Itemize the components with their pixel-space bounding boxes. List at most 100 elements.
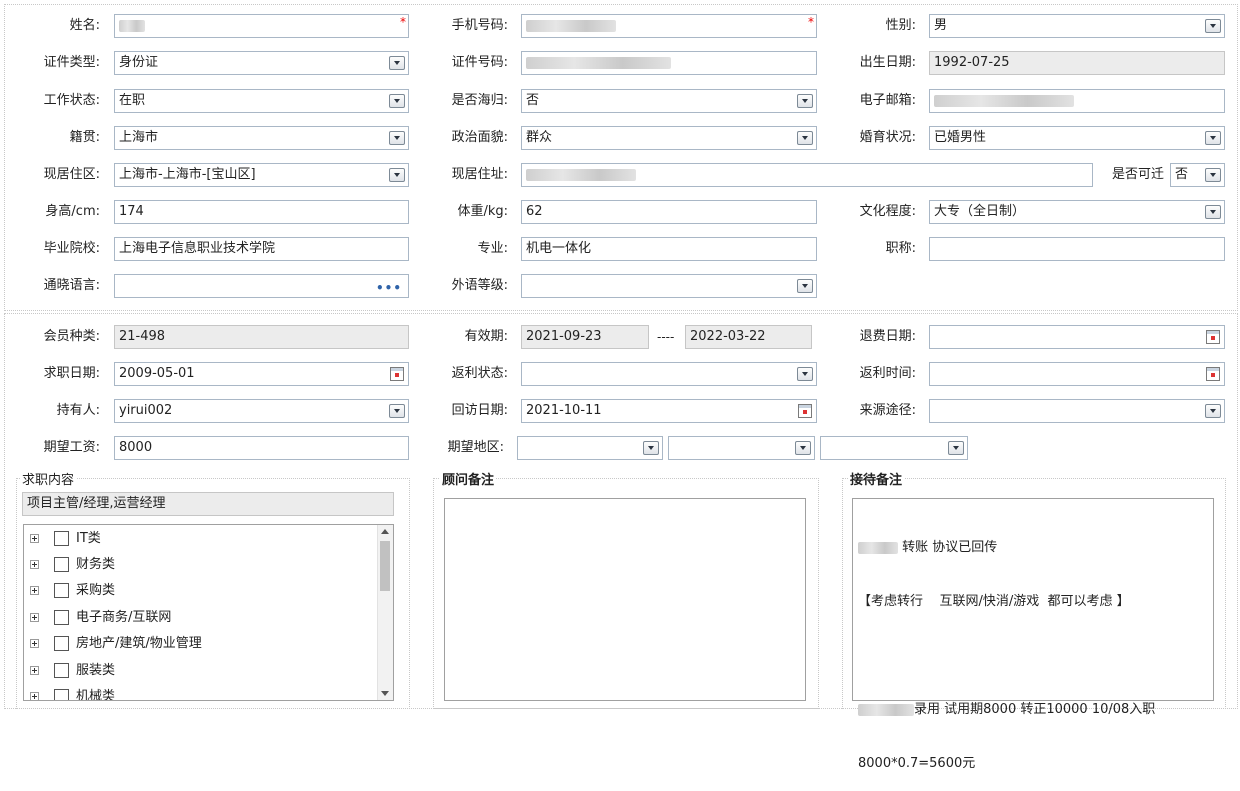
- name-field[interactable]: *: [114, 14, 409, 38]
- holder-select[interactable]: yirui002: [114, 399, 409, 423]
- job-category-tree[interactable]: IT类 财务类 采购类 电子商务/互联网 房地产/建筑/物业管理 服装类 机械类: [23, 524, 394, 701]
- advisor-notes-textarea[interactable]: [444, 498, 806, 701]
- political-value: 群众: [526, 130, 553, 145]
- job-intent-selected: 项目主管/经理,运营经理: [22, 492, 394, 516]
- tree-item[interactable]: IT类: [30, 529, 370, 549]
- chevron-down-icon[interactable]: [797, 131, 813, 145]
- source-select[interactable]: [929, 399, 1225, 423]
- source-label: 来源途径:: [859, 403, 916, 418]
- checkbox[interactable]: [54, 636, 69, 651]
- major-field[interactable]: 机电一体化: [521, 237, 817, 261]
- checkbox[interactable]: [54, 583, 69, 598]
- id-no-field[interactable]: [521, 51, 817, 75]
- reception-notes-textarea[interactable]: 转账 协议已回传 【考虑转行 互联网/快消/游戏 都可以考虑 】 录用 试用期8…: [852, 498, 1214, 771]
- rebate-status-select[interactable]: [521, 362, 817, 386]
- id-type-label: 证件类型:: [43, 55, 100, 70]
- checkbox[interactable]: [54, 689, 69, 700]
- tree-item-label: 机械类: [76, 689, 116, 701]
- height-field[interactable]: 174: [114, 200, 409, 224]
- native-value: 上海市: [119, 130, 159, 145]
- foreign-level-select[interactable]: [521, 274, 817, 298]
- note-line-text: 录用 试用期8000 转正10000 10/08入职: [914, 702, 1156, 717]
- region-district-select[interactable]: [820, 436, 968, 460]
- education-select[interactable]: 大专（全日制）: [929, 200, 1225, 224]
- id-type-select[interactable]: 身份证: [114, 51, 409, 75]
- visit-date-field[interactable]: 2021-10-11: [521, 399, 817, 423]
- expand-icon[interactable]: [30, 666, 39, 675]
- note-line: 【考虑转行 互联网/快消/游戏 都可以考虑 】: [858, 594, 1130, 609]
- rebate-time-field[interactable]: [929, 362, 1225, 386]
- scroll-thumb[interactable]: [380, 541, 390, 591]
- checkbox[interactable]: [54, 663, 69, 678]
- chevron-down-icon[interactable]: [643, 441, 659, 455]
- chevron-down-icon[interactable]: [389, 168, 405, 182]
- work-status-select[interactable]: 在职: [114, 89, 409, 113]
- gender-select[interactable]: 男: [929, 14, 1225, 38]
- tree-scrollbar[interactable]: [377, 525, 393, 700]
- tree-item-label: 财务类: [76, 557, 116, 572]
- address-field[interactable]: [521, 163, 1093, 187]
- more-icon[interactable]: •••: [376, 277, 402, 297]
- chevron-down-icon[interactable]: [1205, 19, 1221, 33]
- native-select[interactable]: 上海市: [114, 126, 409, 150]
- expand-icon[interactable]: [30, 692, 39, 700]
- job-date-field[interactable]: 2009-05-01: [114, 362, 409, 386]
- chevron-down-icon[interactable]: [1205, 168, 1221, 182]
- salary-field[interactable]: 8000: [114, 436, 409, 460]
- chevron-down-icon[interactable]: [389, 94, 405, 108]
- relocate-select[interactable]: 否: [1170, 163, 1225, 187]
- tree-item[interactable]: 电子商务/互联网: [30, 608, 370, 628]
- marital-select[interactable]: 已婚男性: [929, 126, 1225, 150]
- expand-icon[interactable]: [30, 534, 39, 543]
- calendar-icon[interactable]: [798, 404, 812, 418]
- political-select[interactable]: 群众: [521, 126, 817, 150]
- required-mark: *: [400, 15, 406, 29]
- expand-icon[interactable]: [30, 613, 39, 622]
- calendar-icon[interactable]: [1206, 330, 1220, 344]
- checkbox[interactable]: [54, 531, 69, 546]
- language-picker[interactable]: •••: [114, 274, 409, 298]
- scroll-down-icon[interactable]: [381, 691, 389, 696]
- member-type-label: 会员种类:: [43, 329, 100, 344]
- chevron-down-icon[interactable]: [797, 367, 813, 381]
- checkbox[interactable]: [54, 610, 69, 625]
- expand-icon[interactable]: [30, 586, 39, 595]
- calendar-icon[interactable]: [1206, 367, 1220, 381]
- chevron-down-icon[interactable]: [948, 441, 964, 455]
- tree-item[interactable]: 服装类: [30, 661, 370, 681]
- weight-field[interactable]: 62: [521, 200, 817, 224]
- title-field[interactable]: [929, 237, 1225, 261]
- returnee-select[interactable]: 否: [521, 89, 817, 113]
- chevron-down-icon[interactable]: [389, 131, 405, 145]
- region-province-select[interactable]: [517, 436, 663, 460]
- chevron-down-icon[interactable]: [797, 279, 813, 293]
- chevron-down-icon[interactable]: [389, 404, 405, 418]
- school-field[interactable]: 上海电子信息职业技术学院: [114, 237, 409, 261]
- id-no-label: 证件号码:: [451, 55, 508, 70]
- chevron-down-icon[interactable]: [797, 94, 813, 108]
- residence-area-select[interactable]: 上海市-上海市-[宝山区]: [114, 163, 409, 187]
- calendar-icon[interactable]: [390, 367, 404, 381]
- phone-field[interactable]: *: [521, 14, 817, 38]
- region-city-select[interactable]: [668, 436, 815, 460]
- chevron-down-icon[interactable]: [389, 56, 405, 70]
- chevron-down-icon[interactable]: [1205, 205, 1221, 219]
- work-status-label: 工作状态:: [43, 93, 100, 108]
- tree-item[interactable]: 机械类: [30, 687, 370, 701]
- salary-label: 期望工资:: [43, 440, 100, 455]
- chevron-down-icon[interactable]: [795, 441, 811, 455]
- email-field[interactable]: [929, 89, 1225, 113]
- chevron-down-icon[interactable]: [1205, 404, 1221, 418]
- scroll-up-icon[interactable]: [381, 529, 389, 534]
- rebate-status-label: 返利状态:: [451, 366, 508, 381]
- tree-item[interactable]: 采购类: [30, 581, 370, 601]
- refund-date-field[interactable]: [929, 325, 1225, 349]
- tree-item[interactable]: 房地产/建筑/物业管理: [30, 634, 370, 654]
- chevron-down-icon[interactable]: [1205, 131, 1221, 145]
- expand-icon[interactable]: [30, 560, 39, 569]
- holder-label: 持有人:: [56, 403, 100, 418]
- checkbox[interactable]: [54, 557, 69, 572]
- valid-to-field: 2022-03-22: [685, 325, 812, 349]
- tree-item[interactable]: 财务类: [30, 555, 370, 575]
- expand-icon[interactable]: [30, 639, 39, 648]
